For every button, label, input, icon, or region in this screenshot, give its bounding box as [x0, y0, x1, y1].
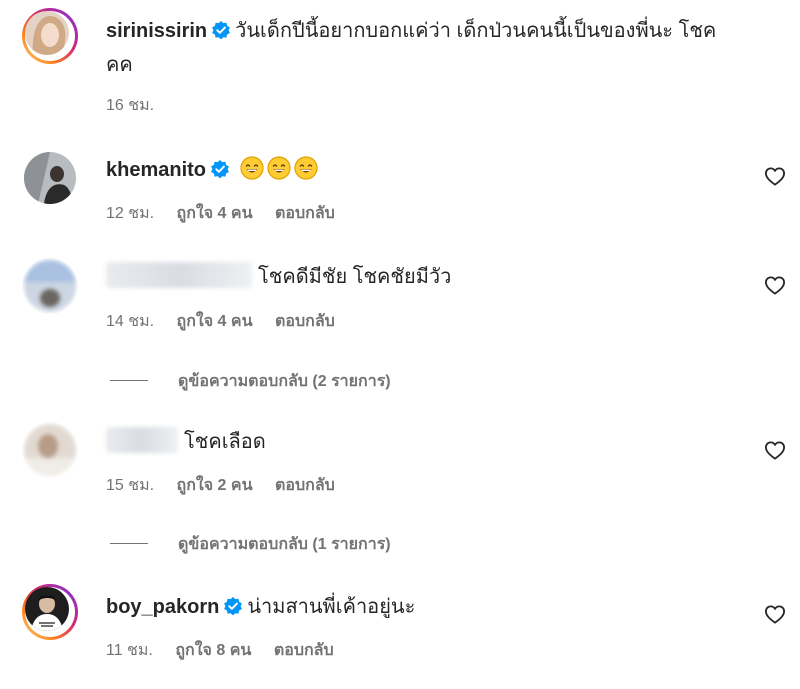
comment-body: น่ามสานพี่เค้าอยู่นะ: [247, 596, 416, 618]
username-blurred[interactable]: [106, 427, 178, 453]
username-blurred[interactable]: [106, 262, 252, 288]
heart-icon[interactable]: [764, 440, 786, 460]
comment-text: boy_pakorn น่ามสานพี่เค้าอยู่นะ: [106, 590, 415, 624]
likes-count[interactable]: ถูกใจ 2 คน: [177, 477, 253, 494]
comment-text-cont: คค: [106, 54, 133, 76]
grinning-face-smiling-eyes-icon: [239, 156, 264, 180]
verified-badge-icon: [210, 159, 230, 179]
comment-body: โชคดีมีชัย โชคชัยมีวัว: [258, 266, 452, 288]
comment-text: โชคดีมีชัย โชคชัยมีวัว: [106, 260, 451, 294]
avatar[interactable]: [22, 8, 78, 64]
comment-body: วันเด็กปีนี้อยากบอกแค่ว่า เด็กป่วนคนนี้เ…: [235, 20, 717, 42]
view-replies-label: ดูข้อความตอบกลับ (2 รายการ): [178, 373, 391, 390]
verified-badge-icon: [211, 20, 231, 40]
comment-meta: 15 ชม. ถูกใจ 2 คน ตอบกลับ: [106, 473, 353, 498]
comment-meta: 16 ชม.: [106, 93, 172, 118]
reply-button[interactable]: ตอบกลับ: [275, 477, 335, 494]
comment-text: โชคเลือด: [106, 425, 266, 459]
username[interactable]: sirinissirin: [106, 20, 207, 42]
comment-meta: 12 ชม. ถูกใจ 4 คน ตอบกลับ: [106, 201, 353, 226]
grinning-face-smiling-eyes-icon: [293, 156, 318, 180]
heart-icon[interactable]: [764, 275, 786, 295]
username[interactable]: khemanito: [106, 159, 206, 181]
timestamp[interactable]: 11 ชม.: [106, 642, 153, 659]
reply-button[interactable]: ตอบกลับ: [275, 205, 335, 222]
divider: [110, 380, 148, 381]
timestamp[interactable]: 12 ชม.: [106, 205, 154, 222]
timestamp[interactable]: 15 ชม.: [106, 477, 154, 494]
heart-icon[interactable]: [764, 166, 786, 186]
comment-body: โชคเลือด: [184, 431, 266, 453]
heart-icon[interactable]: [764, 604, 786, 624]
likes-count[interactable]: ถูกใจ 4 คน: [177, 205, 253, 222]
reply-button[interactable]: ตอบกลับ: [274, 642, 334, 659]
timestamp[interactable]: 14 ชม.: [106, 313, 154, 330]
username[interactable]: boy_pakorn: [106, 596, 219, 618]
avatar[interactable]: [22, 150, 78, 206]
divider: [110, 543, 148, 544]
comment-meta: 14 ชม. ถูกใจ 4 คน ตอบกลับ: [106, 309, 353, 334]
view-replies-button[interactable]: ดูข้อความตอบกลับ (2 รายการ): [110, 369, 391, 394]
avatar[interactable]: [22, 422, 78, 478]
avatar[interactable]: [22, 258, 78, 314]
reply-button[interactable]: ตอบกลับ: [275, 313, 335, 330]
likes-count[interactable]: ถูกใจ 4 คน: [177, 313, 253, 330]
likes-count[interactable]: ถูกใจ 8 คน: [175, 642, 251, 659]
view-replies-button[interactable]: ดูข้อความตอบกลับ (1 รายการ): [110, 532, 391, 557]
comment-text: khemanito: [106, 153, 321, 187]
comment-meta: 11 ชม. ถูกใจ 8 คน ตอบกลับ: [106, 638, 352, 663]
comment-text: sirinissirin วันเด็กปีนี้อยากบอกแค่ว่า เด…: [106, 14, 716, 48]
avatar[interactable]: [22, 584, 78, 640]
verified-badge-icon: [223, 596, 243, 616]
grinning-face-smiling-eyes-icon: [266, 156, 291, 180]
timestamp[interactable]: 16 ชม.: [106, 97, 154, 114]
view-replies-label: ดูข้อความตอบกลับ (1 รายการ): [178, 536, 391, 553]
